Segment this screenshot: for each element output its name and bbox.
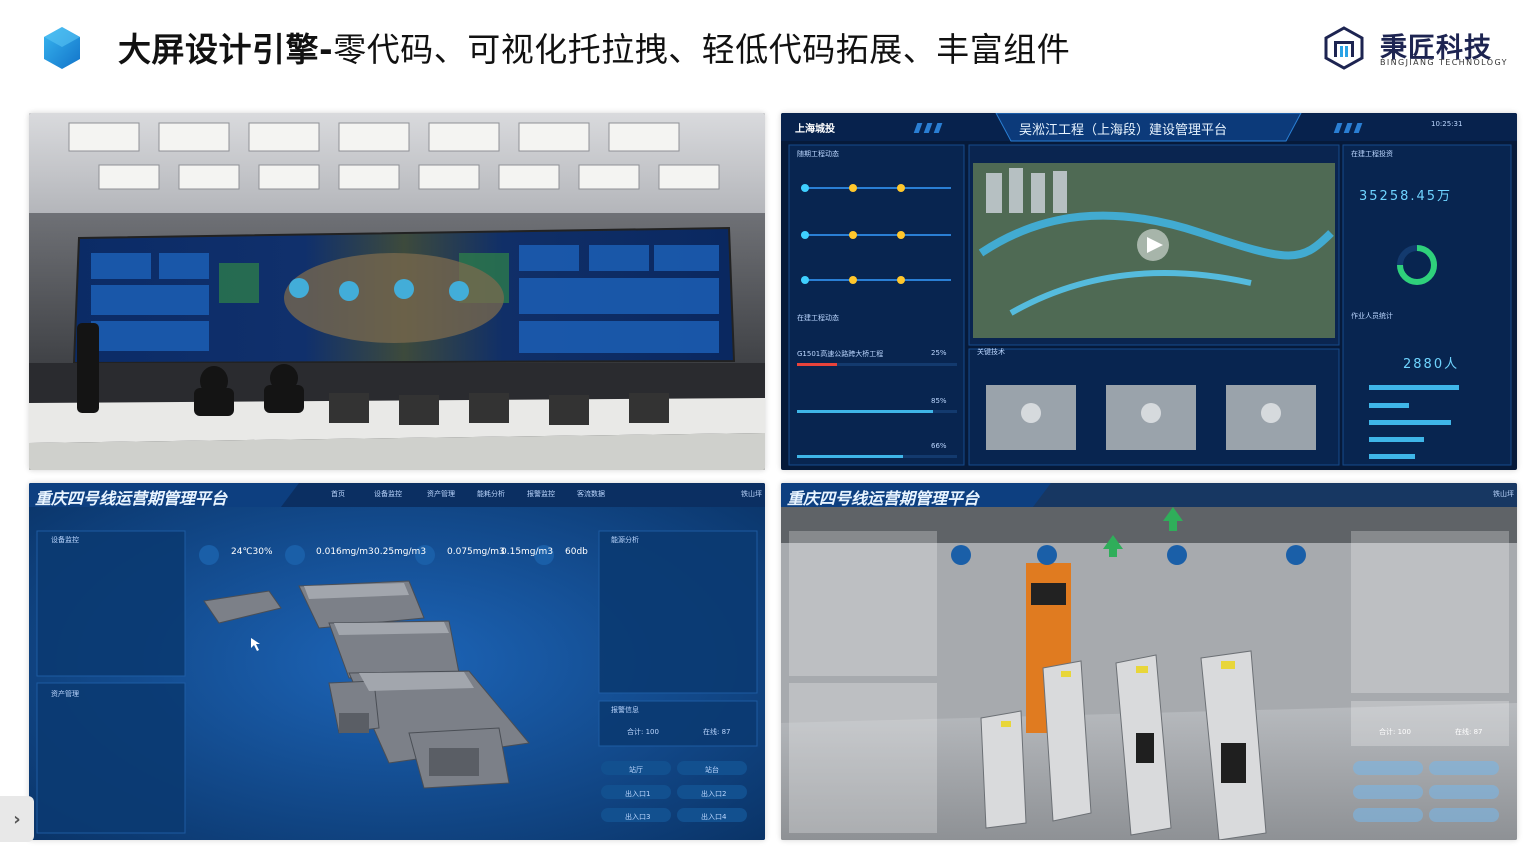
platform-title: 重庆四号线运营期管理平台 [35,489,228,508]
construction-dashboard-bg [781,113,1517,466]
area-button[interactable]: 出入口4 [701,812,726,822]
control-room-illustration [29,113,765,470]
presentation-slide: 大屏设计引擎-零代码、可视化托拉拽、轻低代码拓展、丰富组件 秉匠科技 BINGJ… [0,0,1536,861]
metro-station-dashboard: 重庆四号线运营期管理平台 铁山坪 合计: 100 在线: 87 [781,483,1517,840]
investment-value: 35258.45万 [1359,189,1453,204]
slide-title-bold: 大屏设计引擎- [118,30,334,69]
nav-tab[interactable]: 资产管理 [427,489,455,499]
area-button[interactable]: 出入口1 [625,789,650,799]
project-name: G1501高速公路跨大桥工程 [797,350,884,358]
project-percent: 85% [931,397,947,405]
area-button[interactable]: 站台 [705,765,719,775]
nav-tab[interactable]: 设备监控 [374,489,402,499]
alarm-total: 合计: 100 [627,728,659,736]
section-label: 关键技术 [977,348,1005,356]
alarm-online: 在线: 87 [703,728,731,736]
metric-value: 0.016mg/m3 [316,547,374,557]
metro-platform-bg [29,483,765,840]
platform-title: 重庆四号线运营期管理平台 [787,489,980,508]
section-label: 报警信息 [611,706,639,714]
dashboard-time: 10:25:31 [1431,120,1463,128]
metro-station-render [781,483,1517,840]
construction-dashboard: 上海城投 吴淞江工程（上海段）建设管理平台 10:25:31 随期工程动态 在建… [781,113,1517,470]
alarm-online: 在线: 87 [1455,728,1483,736]
logo-mark-icon [1324,26,1364,70]
section-label: 资产管理 [51,690,79,698]
project-percent: 25% [931,349,947,357]
company-logo: 秉匠科技 BINGJIANG TECHNOLOGY [1322,24,1522,74]
section-label: 作业人员统计 [1351,312,1393,320]
dashboard-title: 吴淞江工程（上海段）建设管理平台 [1019,123,1228,138]
alarm-total: 合计: 100 [1379,728,1411,736]
chevron-right-icon[interactable]: › [0,796,34,842]
metric-value: 24℃30% [231,547,273,557]
area-button[interactable]: 出入口3 [625,812,650,822]
area-button[interactable]: 站厅 [629,765,643,775]
nav-tab[interactable]: 能耗分析 [477,489,505,499]
metric-value: 60db [565,547,588,557]
area-button[interactable]: 出入口2 [701,789,726,799]
nav-tab[interactable]: 客流数据 [577,489,605,499]
metro-platform-dashboard: 重庆四号线运营期管理平台 首页 设备监控 资产管理 能耗分析 报警监控 客流数据… [29,483,765,840]
metric-value: 0.075mg/m3 [447,547,505,557]
slide-title-rest: 零代码、可视化托拉拽、轻低代码拓展、丰富组件 [333,30,1071,69]
section-label: 在建工程投资 [1351,150,1393,158]
nav-tab[interactable]: 首页 [331,489,345,499]
logo-english-text: BINGJIANG TECHNOLOGY [1380,58,1508,67]
location-label: 铁山坪 [1493,490,1514,498]
nav-tab[interactable]: 报警监控 [527,489,555,499]
section-label: 在建工程动态 [797,314,839,322]
project-percent: 66% [931,442,947,450]
section-label: 能源分析 [611,536,639,544]
workers-value: 2880人 [1403,357,1460,372]
control-room-photo [29,113,765,470]
section-label: 随期工程动态 [797,150,839,158]
hexagon-icon [44,27,80,69]
location-label: 铁山坪 [741,490,762,498]
section-label: 设备监控 [51,536,79,544]
metric-value: 0.15mg/m3 [501,547,554,557]
dashboard-brand: 上海城投 [795,124,835,135]
slide-title: 大屏设计引擎-零代码、可视化托拉拽、轻低代码拓展、丰富组件 [118,28,1070,72]
metric-value: 0.25mg/m3 [374,547,427,557]
